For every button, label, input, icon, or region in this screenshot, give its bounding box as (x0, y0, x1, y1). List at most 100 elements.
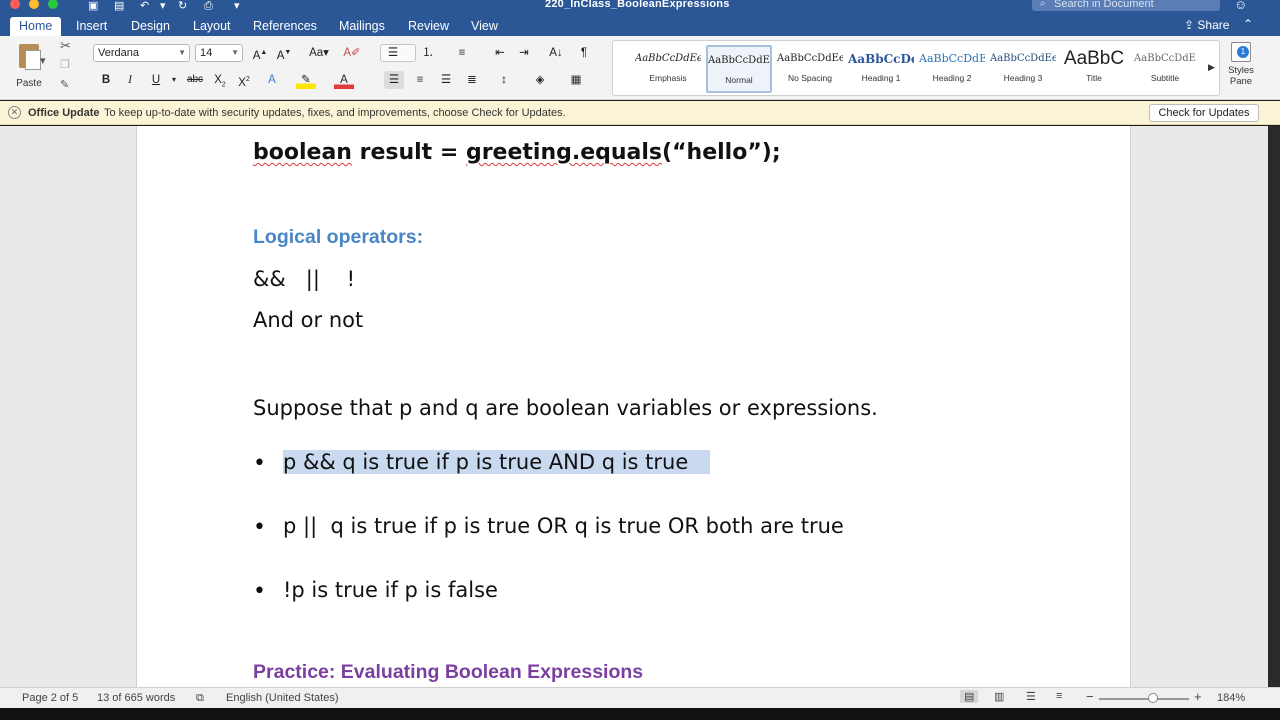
undo-icon[interactable]: ↶ (140, 0, 149, 12)
style-no-spacing[interactable]: AaBbCcDdEe No Spacing (777, 45, 843, 93)
style-heading-3[interactable]: AaBbCcDdEe Heading 3 (990, 45, 1056, 93)
font-name-select[interactable]: Verdana ▼ (93, 44, 190, 62)
shrink-font-icon[interactable]: A▼ (274, 44, 294, 62)
style-title[interactable]: AaBbC Title (1061, 45, 1127, 93)
user-account-icon[interactable]: ☺ (1234, 0, 1247, 12)
text-effects-icon[interactable]: A (262, 71, 282, 89)
ribbon-tabs: Home Insert Design Layout References Mai… (0, 16, 1280, 36)
align-right-icon[interactable]: ☰ (436, 71, 456, 89)
bullet-list-icon: ☰ (387, 47, 399, 59)
redo-icon[interactable]: ↻ (178, 0, 187, 12)
increase-indent-icon[interactable]: ⇥ (514, 44, 534, 62)
language-indicator[interactable]: English (United States) (226, 692, 339, 704)
show-formatting-marks-icon[interactable]: ¶ (574, 44, 594, 62)
subscript-icon[interactable]: X2 (210, 71, 230, 89)
tab-mailings[interactable]: Mailings (339, 18, 385, 34)
gallery-more-icon[interactable]: ▶ (1208, 62, 1215, 73)
bold-icon[interactable]: B (96, 71, 116, 89)
format-painter-icon[interactable]: ✎ (60, 78, 69, 91)
tab-references[interactable]: References (253, 18, 317, 34)
style-emphasis[interactable]: AaBbCcDdEe Emphasis (635, 45, 701, 93)
tab-insert[interactable]: Insert (76, 18, 107, 34)
draft-view-icon[interactable]: ≡ (1056, 690, 1062, 702)
close-window-button[interactable] (10, 0, 20, 9)
code-keyword: boolean (253, 140, 352, 165)
collapse-ribbon-icon[interactable]: ⌃ (1243, 17, 1253, 31)
italic-icon[interactable]: I (120, 71, 140, 89)
web-layout-icon[interactable]: ▥ (994, 690, 1004, 703)
grow-font-icon[interactable]: A▲ (250, 44, 270, 62)
print-icon[interactable]: ⎙ (204, 0, 213, 12)
proofing-icon[interactable]: ⧉ (196, 692, 204, 705)
dock-edge (0, 708, 1280, 720)
styles-pane-button[interactable]: Styles Pane (1224, 42, 1258, 87)
paste-button[interactable]: Paste (10, 42, 48, 92)
print-layout-icon[interactable]: ▤ (960, 690, 979, 703)
document-page[interactable]: boolean result = greeting.equals(“hello”… (136, 126, 1131, 687)
align-center-icon[interactable]: ≡ (410, 71, 430, 89)
justify-icon[interactable]: ≣ (462, 71, 482, 89)
numbering-icon[interactable]: ⒈ (418, 44, 438, 62)
check-for-updates-button[interactable]: Check for Updates (1149, 104, 1259, 122)
bullets-button[interactable]: ☰ (380, 44, 416, 62)
change-case-icon[interactable]: Aa▾ (306, 44, 332, 62)
minimize-window-button[interactable] (29, 0, 39, 9)
style-sample: AaBbCcDdEe (777, 53, 843, 64)
paste-options-icon[interactable]: ▾ (40, 54, 46, 67)
tab-design[interactable]: Design (131, 18, 170, 34)
tab-review[interactable]: Review (408, 18, 449, 34)
font-size-value: 14 (200, 47, 213, 59)
style-name: Heading 3 (1003, 73, 1043, 83)
close-icon[interactable]: ✕ (8, 106, 21, 119)
tab-view[interactable]: View (471, 18, 498, 34)
line-spacing-icon[interactable]: ↕ (494, 71, 514, 89)
zoom-slider[interactable] (1099, 693, 1189, 703)
outline-view-icon[interactable]: ☰ (1026, 690, 1036, 703)
strikethrough-icon[interactable]: abc (182, 71, 208, 89)
font-color-icon[interactable]: A (334, 71, 354, 89)
style-normal[interactable]: AaBbCcDdEe Normal (706, 45, 772, 93)
code-method: greeting.equals (465, 140, 663, 165)
clear-formatting-icon[interactable]: A✐ (342, 44, 362, 62)
shading-icon[interactable]: ◈ (530, 71, 550, 89)
sort-icon[interactable]: A↓ (546, 44, 566, 62)
share-button[interactable]: ⇪ Share (1184, 18, 1229, 32)
bullet-dot: • (253, 579, 266, 604)
style-sample: AaBbCcDdE (1134, 53, 1196, 64)
align-left-icon[interactable]: ☰ (384, 71, 404, 89)
underline-dropdown-icon[interactable]: ▾ (164, 71, 184, 89)
search-icon: ⌕ (1040, 0, 1046, 9)
multilevel-list-icon[interactable]: ≡ (452, 44, 472, 62)
zoom-window-button[interactable] (48, 0, 58, 9)
word-count[interactable]: 13 of 665 words (97, 692, 175, 704)
zoom-in-icon[interactable]: + (1194, 689, 1202, 704)
superscript-icon[interactable]: X2 (234, 71, 254, 89)
logical-operators-heading: Logical operators: (253, 226, 424, 248)
zoom-level[interactable]: 184% (1217, 692, 1245, 704)
font-size-select[interactable]: 14 ▼ (195, 44, 243, 62)
zoom-slider-handle[interactable] (1148, 693, 1158, 703)
operators-words: And or not (253, 308, 364, 332)
zoom-out-icon[interactable]: − (1086, 689, 1094, 704)
borders-icon[interactable]: ▦ (566, 71, 586, 89)
style-heading-1[interactable]: AaBbCcDe Heading 1 (848, 45, 914, 93)
page-indicator[interactable]: Page 2 of 5 (22, 692, 78, 704)
style-heading-2[interactable]: AaBbCcDdE Heading 2 (919, 45, 985, 93)
undo-dropdown-icon[interactable]: ▾ (160, 0, 166, 12)
tab-home[interactable]: Home (10, 17, 62, 36)
customize-toolbar-icon[interactable]: ▾ (234, 0, 240, 12)
search-document-input[interactable]: ⌕ Search in Document (1032, 0, 1220, 11)
code-line: boolean result = greeting.equals(“hello”… (253, 140, 781, 165)
copy-icon[interactable]: ❐ (60, 58, 70, 71)
chevron-down-icon: ▼ (178, 48, 186, 57)
sidebar-toggle-icon[interactable]: ▣ (88, 0, 98, 12)
window-edge (1268, 126, 1280, 687)
underline-icon[interactable]: U (146, 71, 166, 89)
cut-icon[interactable]: ✂ (60, 38, 71, 54)
decrease-indent-icon[interactable]: ⇤ (490, 44, 510, 62)
tab-layout[interactable]: Layout (193, 18, 231, 34)
save-icon[interactable]: ▤ (114, 0, 124, 12)
share-icon: ⇪ (1184, 18, 1198, 32)
highlight-color-icon[interactable]: ✎ (296, 71, 316, 89)
style-subtitle[interactable]: AaBbCcDdE Subtitle (1132, 45, 1198, 93)
